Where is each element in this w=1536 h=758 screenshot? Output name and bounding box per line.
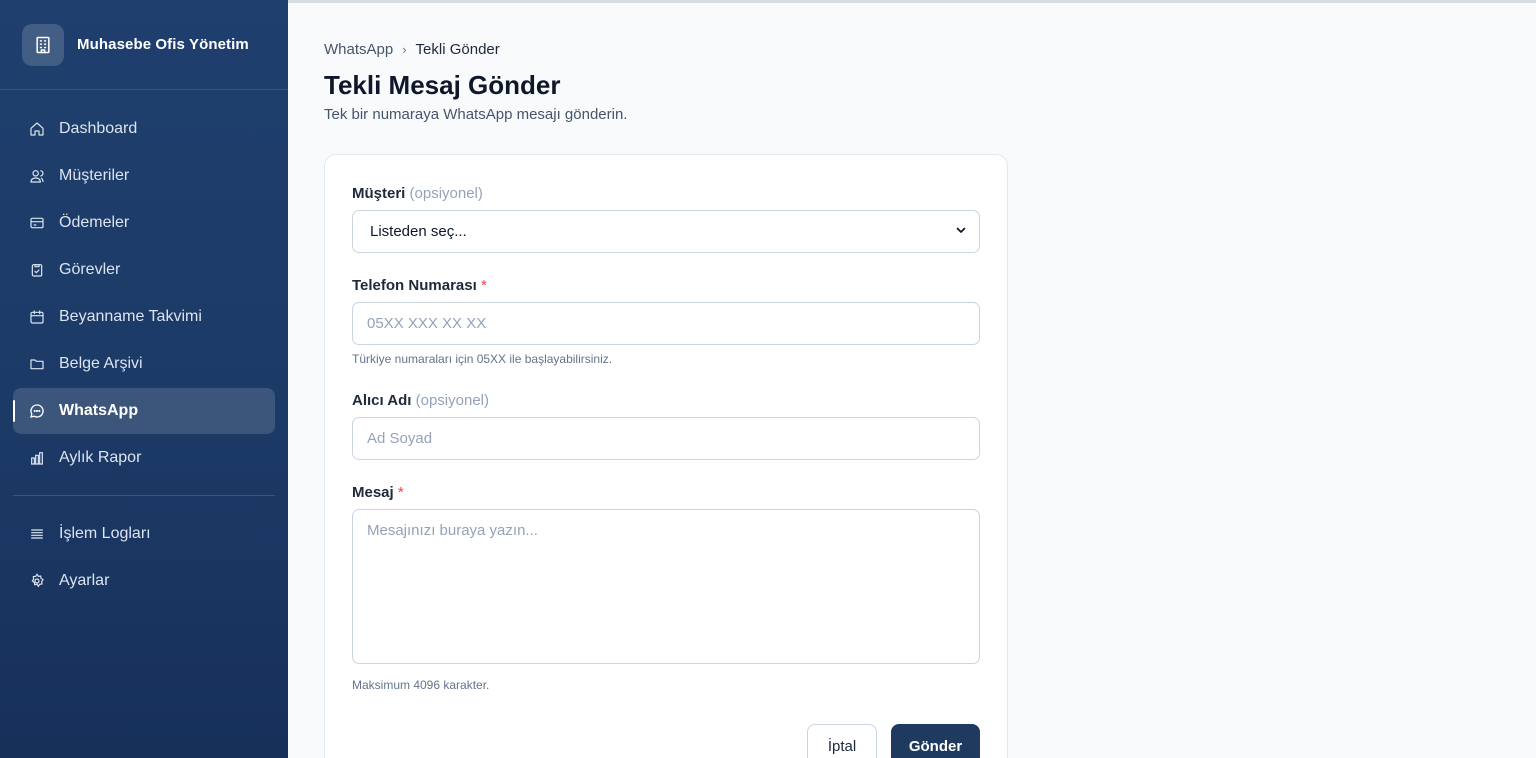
required-marker: * <box>397 484 404 501</box>
sidebar-item-ayarlar[interactable]: Ayarlar <box>13 558 275 604</box>
sidebar-item-islem-loglari[interactable]: İşlem Logları <box>13 511 275 557</box>
sidebar-divider <box>13 495 275 496</box>
sidebar-item-label: Dashboard <box>59 120 138 137</box>
sidebar-item-belge-arsivi[interactable]: Belge Arşivi <box>13 341 275 387</box>
brand: Muhasebe Ofis Yönetim <box>0 0 288 90</box>
folder-icon <box>28 355 46 373</box>
customer-label-text: Müşteri <box>352 185 406 202</box>
sidebar-item-label: Ödemeler <box>59 214 130 231</box>
sidebar-item-label: Beyanname Takvimi <box>59 308 202 325</box>
calendar-icon <box>28 308 46 326</box>
credit-card-icon <box>28 214 46 232</box>
sidebar-item-label: İşlem Logları <box>59 525 151 542</box>
sidebar-item-beyanname-takvimi[interactable]: Beyanname Takvimi <box>13 294 275 340</box>
message-hint: Maksimum 4096 karakter. <box>352 678 490 692</box>
optional-tag: (opsiyonel) <box>415 392 489 409</box>
main-content: WhatsApp › Tekli Gönder Tekli Mesaj Gönd… <box>288 0 1536 758</box>
message-label-text: Mesaj <box>352 484 394 501</box>
cancel-button[interactable]: İptal <box>807 724 877 758</box>
sidebar-item-gorevler[interactable]: Görevler <box>13 247 275 293</box>
customer-label: Müşteri (opsiyonel) <box>352 185 483 202</box>
building-icon <box>22 23 64 66</box>
customer-select[interactable]: Listeden seç... <box>352 210 980 253</box>
message-form-card: Müşteri (opsiyonel) Listeden seç... Tele… <box>324 154 1008 758</box>
message-circle-icon <box>28 402 46 420</box>
send-button[interactable]: Gönder <box>891 724 980 758</box>
sidebar: Muhasebe Ofis Yönetim Dashboard Müşteril… <box>0 0 288 758</box>
sidebar-item-whatsapp[interactable]: WhatsApp <box>13 388 275 434</box>
page-title: Tekli Mesaj Gönder <box>324 70 561 100</box>
sidebar-item-dashboard[interactable]: Dashboard <box>13 106 275 152</box>
recipient-name-input[interactable] <box>352 417 980 460</box>
breadcrumb: WhatsApp › Tekli Gönder <box>324 41 500 58</box>
recipient-label-text: Alıcı Adı <box>352 392 412 409</box>
optional-tag: (opsiyonel) <box>409 185 483 202</box>
chevron-down-icon <box>955 223 967 240</box>
settings-icon <box>28 572 46 590</box>
page-subtitle: Tek bir numaraya WhatsApp mesajı gönderi… <box>324 106 628 123</box>
bar-chart-icon <box>28 449 46 467</box>
message-label: Mesaj * <box>352 484 404 501</box>
phone-hint: Türkiye numaraları için 05XX ile başlaya… <box>352 352 613 366</box>
sidebar-nav: Dashboard Müşteriler Ödemeler Görevler B… <box>0 90 288 604</box>
breadcrumb-current: Tekli Gönder <box>415 41 500 58</box>
sidebar-item-musteriler[interactable]: Müşteriler <box>13 153 275 199</box>
list-icon <box>28 525 46 543</box>
recipient-label: Alıcı Adı (opsiyonel) <box>352 392 489 409</box>
phone-label: Telefon Numarası * <box>352 277 487 294</box>
users-icon <box>28 167 46 185</box>
required-marker: * <box>480 277 487 294</box>
sidebar-item-label: WhatsApp <box>59 402 139 419</box>
sidebar-item-aylik-rapor[interactable]: Aylık Rapor <box>13 435 275 481</box>
app-title: Muhasebe Ofis Yönetim <box>77 36 249 53</box>
message-textarea[interactable] <box>352 509 980 664</box>
sidebar-item-odemeler[interactable]: Ödemeler <box>13 200 275 246</box>
sidebar-item-label: Görevler <box>59 261 121 278</box>
breadcrumb-separator: › <box>402 42 407 57</box>
clipboard-check-icon <box>28 261 46 279</box>
sidebar-item-label: Müşteriler <box>59 167 130 184</box>
customer-select-value: Listeden seç... <box>370 223 467 240</box>
sidebar-item-label: Aylık Rapor <box>59 449 142 466</box>
breadcrumb-parent[interactable]: WhatsApp <box>324 41 393 58</box>
phone-input[interactable] <box>352 302 980 345</box>
sidebar-item-label: Belge Arşivi <box>59 355 143 372</box>
home-icon <box>28 120 46 138</box>
phone-label-text: Telefon Numarası <box>352 277 477 294</box>
sidebar-item-label: Ayarlar <box>59 572 110 589</box>
